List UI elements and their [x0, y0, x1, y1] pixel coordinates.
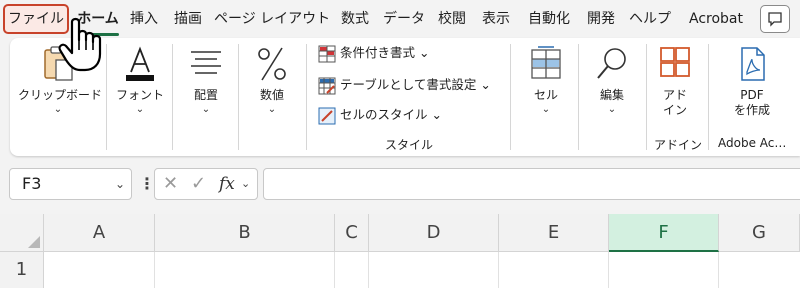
tab-view[interactable]: 表示	[476, 6, 516, 32]
tab-developer[interactable]: 開発	[581, 6, 621, 32]
group-divider	[708, 44, 709, 150]
tab-draw[interactable]: 描画	[168, 6, 208, 32]
column-header-g[interactable]: G	[719, 214, 800, 252]
hand-pointer-icon	[58, 17, 102, 72]
chevron-down-icon: ⌄	[53, 104, 63, 115]
tab-insert[interactable]: 挿入	[126, 6, 162, 32]
column-header-b[interactable]: B	[155, 214, 335, 252]
cell-styles-label: セルのスタイル	[340, 107, 428, 122]
chevron-down-icon: ⌄	[607, 104, 617, 115]
tab-page-layout[interactable]: ページ レイアウト	[214, 6, 330, 32]
cell-gridline	[498, 252, 499, 288]
column-header-f[interactable]: F	[609, 214, 719, 252]
cell-gridline	[368, 252, 369, 288]
editing-button[interactable]: 編集 ⌄	[586, 44, 638, 115]
column-header-d[interactable]: D	[369, 214, 499, 252]
formula-input[interactable]	[263, 168, 800, 200]
insert-function-icon[interactable]: fx	[219, 173, 235, 195]
conditional-formatting-label: 条件付き書式	[340, 45, 416, 60]
tab-review[interactable]: 校閲	[432, 6, 472, 32]
ribbon-panel: クリップボード ⌄ フォント ⌄ 配置 ⌄ 数値 ⌄ 条件付き書式 ⌄ テーブル…	[10, 38, 800, 156]
chevron-down-icon: ⌄	[267, 104, 277, 115]
group-divider	[238, 44, 239, 150]
cell-gridline	[608, 252, 609, 288]
group-divider	[306, 44, 307, 150]
tab-formulas[interactable]: 数式	[336, 6, 374, 32]
pdf-icon	[741, 47, 765, 81]
cell-styles-button[interactable]: セルのスタイル ⌄	[318, 104, 442, 126]
adobe-group-label: Adobe Ac…	[718, 136, 787, 150]
add-ins-label-line2: イン	[662, 103, 687, 117]
font-color-icon	[126, 46, 154, 81]
format-as-table-button[interactable]: テーブルとして書式設定 ⌄	[318, 74, 491, 96]
tab-help[interactable]: ヘルプ	[624, 6, 676, 32]
search-icon	[597, 48, 626, 79]
font-label: フォント	[115, 88, 164, 102]
conditional-formatting-button[interactable]: 条件付き書式 ⌄	[318, 42, 429, 64]
group-divider	[510, 44, 511, 150]
add-ins-label-line1: アド	[662, 88, 687, 102]
column-header-c[interactable]: C	[335, 214, 369, 252]
cell-gridline	[154, 252, 155, 288]
group-divider	[172, 44, 173, 150]
format-as-table-icon	[318, 77, 336, 94]
worksheet-grid: A B C D E F G 1	[0, 214, 800, 288]
format-as-table-label: テーブルとして書式設定	[340, 77, 477, 92]
cells-button[interactable]: セル ⌄	[520, 44, 572, 115]
tab-data[interactable]: データ	[380, 6, 428, 32]
column-header-a[interactable]: A	[44, 214, 155, 252]
add-ins-button[interactable]: アド イン	[650, 44, 700, 118]
editing-label: 編集	[599, 88, 624, 102]
pdf-label-line2: を作成	[733, 103, 770, 117]
tab-acrobat[interactable]: Acrobat	[681, 6, 751, 32]
align-icon	[191, 51, 221, 74]
clipboard-label: クリップボード	[18, 88, 103, 102]
comments-button[interactable]	[760, 5, 790, 33]
percent-icon	[258, 47, 286, 81]
add-ins-group-label: アドイン	[654, 138, 703, 152]
formula-controls: ✕ ✓ fx ⌄	[154, 168, 258, 200]
chevron-down-icon: ⌄	[201, 104, 211, 115]
alignment-button[interactable]: 配置 ⌄	[178, 44, 234, 115]
font-button[interactable]: フォント ⌄	[112, 44, 168, 115]
column-header-e[interactable]: E	[499, 214, 609, 252]
select-all-button[interactable]	[0, 214, 44, 252]
enter-check-icon[interactable]: ✓	[191, 173, 206, 195]
cancel-icon[interactable]: ✕	[163, 173, 178, 195]
cell-gridline	[718, 252, 719, 288]
ribbon-tab-bar: ファイル ホーム 挿入 描画 ページ レイアウト 数式 データ 校閲 表示 自動…	[0, 0, 800, 38]
add-ins-icon	[660, 47, 690, 77]
name-box[interactable]: F3 ⌄	[9, 168, 132, 200]
styles-group-label: スタイル	[385, 138, 434, 152]
conditional-formatting-icon	[318, 45, 336, 62]
number-label: 数値	[259, 88, 284, 102]
cell-gridline	[334, 252, 335, 288]
cells-label: セル	[533, 88, 558, 102]
row-header-1[interactable]: 1	[0, 252, 44, 288]
number-format-button[interactable]: 数値 ⌄	[244, 44, 300, 115]
cells-icon	[531, 46, 561, 79]
name-box-value: F3	[22, 174, 42, 193]
comment-icon	[768, 12, 782, 27]
alignment-label: 配置	[193, 88, 218, 102]
chevron-down-icon: ⌄	[135, 104, 145, 115]
group-divider	[578, 44, 579, 150]
create-pdf-button[interactable]: PDF を作成	[722, 44, 782, 118]
chevron-down-icon: ⌄	[541, 104, 551, 115]
tab-automate[interactable]: 自動化	[521, 6, 577, 32]
group-divider	[646, 44, 647, 150]
chevron-down-icon[interactable]: ⌄	[241, 169, 250, 199]
pdf-label-line1: PDF	[740, 88, 764, 102]
cell-styles-icon	[318, 107, 336, 124]
chevron-down-icon: ⌄	[114, 177, 125, 191]
more-options-icon[interactable]: ⋮	[139, 170, 155, 198]
